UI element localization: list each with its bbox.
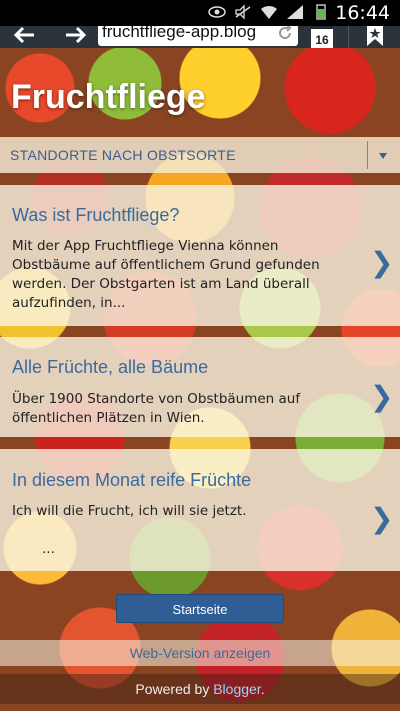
signal-icon xyxy=(287,5,303,19)
wifi-icon xyxy=(261,5,277,19)
clock: 16:44 xyxy=(335,2,390,24)
mute-icon xyxy=(235,4,251,20)
post-card[interactable]: Alle Früchte, alle Bäume Über 1900 Stand… xyxy=(0,337,400,437)
refresh-icon[interactable] xyxy=(276,26,294,42)
powered-by-text: Powered by xyxy=(135,681,214,697)
post-title[interactable]: Alle Früchte, alle Bäume xyxy=(12,357,208,378)
page-title[interactable]: Fruchtfliege xyxy=(11,78,206,117)
dropdown-label[interactable]: STANDORTE NACH OBSTSORTE xyxy=(10,147,236,163)
home-button[interactable]: Startseite xyxy=(116,594,284,623)
post-card[interactable]: In diesem Monat reife Früchte Ich will d… xyxy=(0,449,400,571)
post-card[interactable]: Was ist Fruchtfliege? Mit der App Frucht… xyxy=(0,185,400,326)
battery-icon xyxy=(316,4,326,20)
back-arrow-icon[interactable] xyxy=(10,26,40,48)
chevron-right-icon[interactable]: ❯ xyxy=(370,383,393,411)
powered-by-suffix: . xyxy=(260,681,265,697)
toolbar-divider xyxy=(348,26,349,48)
status-icons xyxy=(208,4,330,20)
post-snippet-ellipsis: ... xyxy=(42,541,55,557)
tabs-button[interactable]: 16 xyxy=(311,26,333,48)
post-title[interactable]: Was ist Fruchtfliege? xyxy=(12,205,179,226)
blogger-link[interactable]: Blogger xyxy=(213,681,260,697)
bookmark-icon[interactable] xyxy=(364,26,386,48)
url-text[interactable]: fruchtfliege-app.blog xyxy=(102,26,256,42)
post-snippet: Über 1900 Standorte von Obstbäumen auf ö… xyxy=(12,391,301,426)
dropdown-separator xyxy=(367,141,368,169)
forward-arrow-icon[interactable] xyxy=(60,26,90,48)
web-version-link[interactable]: Web-Version anzeigen xyxy=(0,640,400,666)
address-bar[interactable]: fruchtfliege-app.blog xyxy=(98,26,298,46)
browser-toolbar: fruchtfliege-app.blog 16 xyxy=(0,26,400,48)
eye-icon xyxy=(208,6,226,18)
chevron-right-icon[interactable]: ❯ xyxy=(370,249,393,277)
chevron-down-icon[interactable] xyxy=(379,153,387,159)
chevron-right-icon[interactable]: ❯ xyxy=(370,505,393,533)
status-bar: 16:44 xyxy=(0,0,400,26)
category-dropdown[interactable]: STANDORTE NACH OBSTSORTE xyxy=(0,137,400,173)
post-title[interactable]: In diesem Monat reife Früchte xyxy=(12,470,251,491)
powered-by-footer: Powered by Blogger. xyxy=(0,674,400,704)
post-snippet: Ich will die Frucht, ich will sie jetzt. xyxy=(12,503,247,519)
post-snippet: Mit der App Fruchtfliege Vienna können O… xyxy=(12,238,320,311)
